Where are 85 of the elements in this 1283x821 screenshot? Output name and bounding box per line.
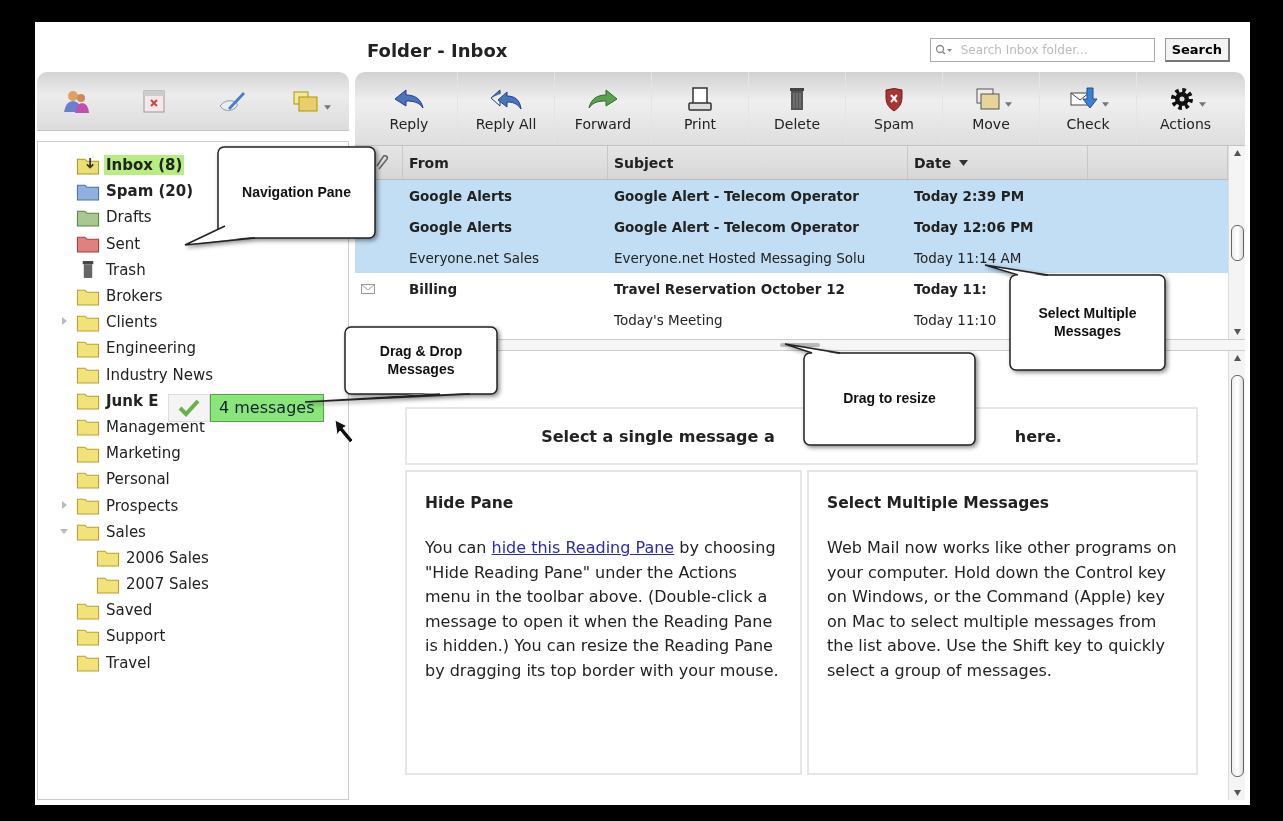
search-field[interactable]: Search Inbox folder...	[929, 38, 1155, 62]
folder-item[interactable]: Drafts	[104, 207, 154, 228]
table-cell: Travel Reservation October 12	[614, 280, 845, 297]
inbox-icon	[76, 155, 100, 175]
toolbar-button[interactable]: Reply	[361, 72, 458, 145]
card-text: Web Mail now works like other programs on your computer. Hold down the Control key on Windows, or the Command (Apple) key on Mac to select multiple messages from the list above. Use the Shift key to quickly select a group of messages.	[827, 537, 1178, 682]
column-header[interactable]: Date	[914, 154, 952, 171]
folder-item[interactable]: Brokers	[104, 286, 165, 307]
folder-icon	[76, 653, 100, 673]
folder-item[interactable]: 2006 Sales	[124, 547, 211, 568]
heading-text: here.	[1014, 426, 1062, 446]
folder-item[interactable]: Travel	[104, 652, 153, 673]
scroll-thumb[interactable]	[1230, 224, 1244, 261]
toolbar-button[interactable]: Print	[652, 72, 749, 145]
folder-item[interactable]: Prospects	[104, 495, 181, 516]
folder-icon	[76, 234, 100, 254]
expand-toggle-icon[interactable]	[60, 317, 68, 326]
folder-item[interactable]: Personal	[104, 469, 172, 490]
folder-item[interactable]: Management	[104, 416, 207, 437]
folder-icon	[76, 391, 100, 411]
table-cell: Google Alerts	[409, 187, 513, 204]
toolbar-button[interactable]: Forward	[555, 72, 652, 145]
toolbar-button[interactable]: Delete	[749, 72, 846, 145]
card-title: Hide Pane	[425, 494, 515, 512]
message-row[interactable]: Google Alerts Google Alert - Telecom Operator Today 12:06 PM	[355, 211, 1228, 242]
folder-item[interactable]: Inbox (8)	[104, 155, 185, 176]
resize-handle[interactable]	[780, 343, 820, 347]
check-icon	[168, 394, 210, 422]
folder-icon	[76, 365, 100, 385]
card-title: Select Multiple Messages	[827, 494, 1050, 512]
expand-toggle-icon[interactable]	[60, 526, 68, 535]
folder-item[interactable]: Sales	[104, 521, 148, 542]
toolbar-button[interactable]: Reply All	[458, 72, 555, 145]
folder-item[interactable]: Spam (20)	[104, 181, 196, 202]
callout-tooltip: Drag & Drop Messages	[305, 327, 497, 402]
folder-icon	[76, 417, 100, 437]
scroll-down-icon[interactable]	[1233, 329, 1241, 335]
paperclip-icon	[375, 154, 389, 171]
table-cell: Everyone.net Sales	[409, 249, 540, 266]
table-cell: Today 2:39 PM	[914, 187, 1025, 204]
heading-text: Select a single message a	[541, 426, 775, 446]
folder-item[interactable]: Sent	[104, 233, 143, 254]
table-cell: Google Alert - Telecom Operator	[614, 218, 859, 235]
envelope-icon	[361, 283, 375, 294]
table-cell: Everyone.net Hosted Messaging Solu	[614, 249, 866, 266]
toolbar-button[interactable]: Move	[943, 72, 1040, 145]
scroll-up-icon[interactable]	[1233, 150, 1241, 156]
table-cell: Today 12:06 PM	[914, 218, 1034, 235]
hide-pane-link[interactable]: hide this Reading Pane	[491, 538, 675, 557]
folder-item[interactable]: Engineering	[104, 338, 198, 359]
folder-title: Folder - Inbox	[367, 39, 508, 61]
table-cell: Today 11:14 AM	[914, 249, 1022, 266]
search-icon[interactable]	[934, 44, 955, 56]
callout-tooltip: Drag to resize	[785, 344, 975, 445]
folder-item[interactable]: Trash	[104, 259, 148, 280]
folder-item[interactable]: Clients	[104, 312, 160, 333]
message-row[interactable]: Everyone.net Sales Everyone.net Hosted Messaging Solu Today 11:14 AM	[355, 242, 1228, 273]
drag-count-label: 4 messages	[210, 394, 324, 422]
toolbar-button[interactable]: Spam	[846, 72, 943, 145]
toolbar-button[interactable]: Actions	[1137, 72, 1234, 145]
folder-item[interactable]: Junk E	[104, 390, 161, 411]
caret-icon	[323, 105, 331, 110]
toolbar-button[interactable]: Check	[1040, 72, 1137, 145]
folder-item[interactable]: Saved	[104, 600, 155, 621]
table-cell: Today 11:10	[914, 311, 997, 328]
scroll-up-icon[interactable]	[1233, 355, 1241, 361]
table-cell: Google Alert - Telecom Operator	[614, 187, 859, 204]
column-header[interactable]: From	[409, 154, 449, 171]
card-text: You can hide this Reading Pane by choosing "Hide Reading Pane" under the Actions menu in the toolbar above. (Double-click a message to open it when the Reading Pane is hidden.) You can resize the Reading Pane by dragging its top border with your mouse.	[425, 537, 780, 682]
scroll-thumb[interactable]	[1230, 374, 1244, 777]
folder-item[interactable]: Support	[104, 626, 168, 647]
folder-item[interactable]: 2007 Sales	[124, 574, 211, 595]
table-cell: Today's Meeting	[614, 311, 723, 328]
expand-toggle-icon[interactable]	[60, 500, 68, 509]
folder-icon	[76, 496, 100, 516]
table-cell: Billing	[409, 280, 458, 297]
folder-icon	[96, 548, 120, 568]
table-cell: Google Alerts	[409, 218, 513, 235]
folder-icon	[76, 522, 100, 542]
scroll-down-icon[interactable]	[1233, 790, 1241, 796]
table-cell: Today 11:	[914, 280, 987, 297]
search-button[interactable]: Search	[1164, 38, 1230, 62]
folder-item[interactable]: Marketing	[104, 443, 183, 464]
column-header[interactable]: Subject	[614, 154, 674, 171]
folder-item[interactable]: Industry News	[104, 364, 215, 385]
